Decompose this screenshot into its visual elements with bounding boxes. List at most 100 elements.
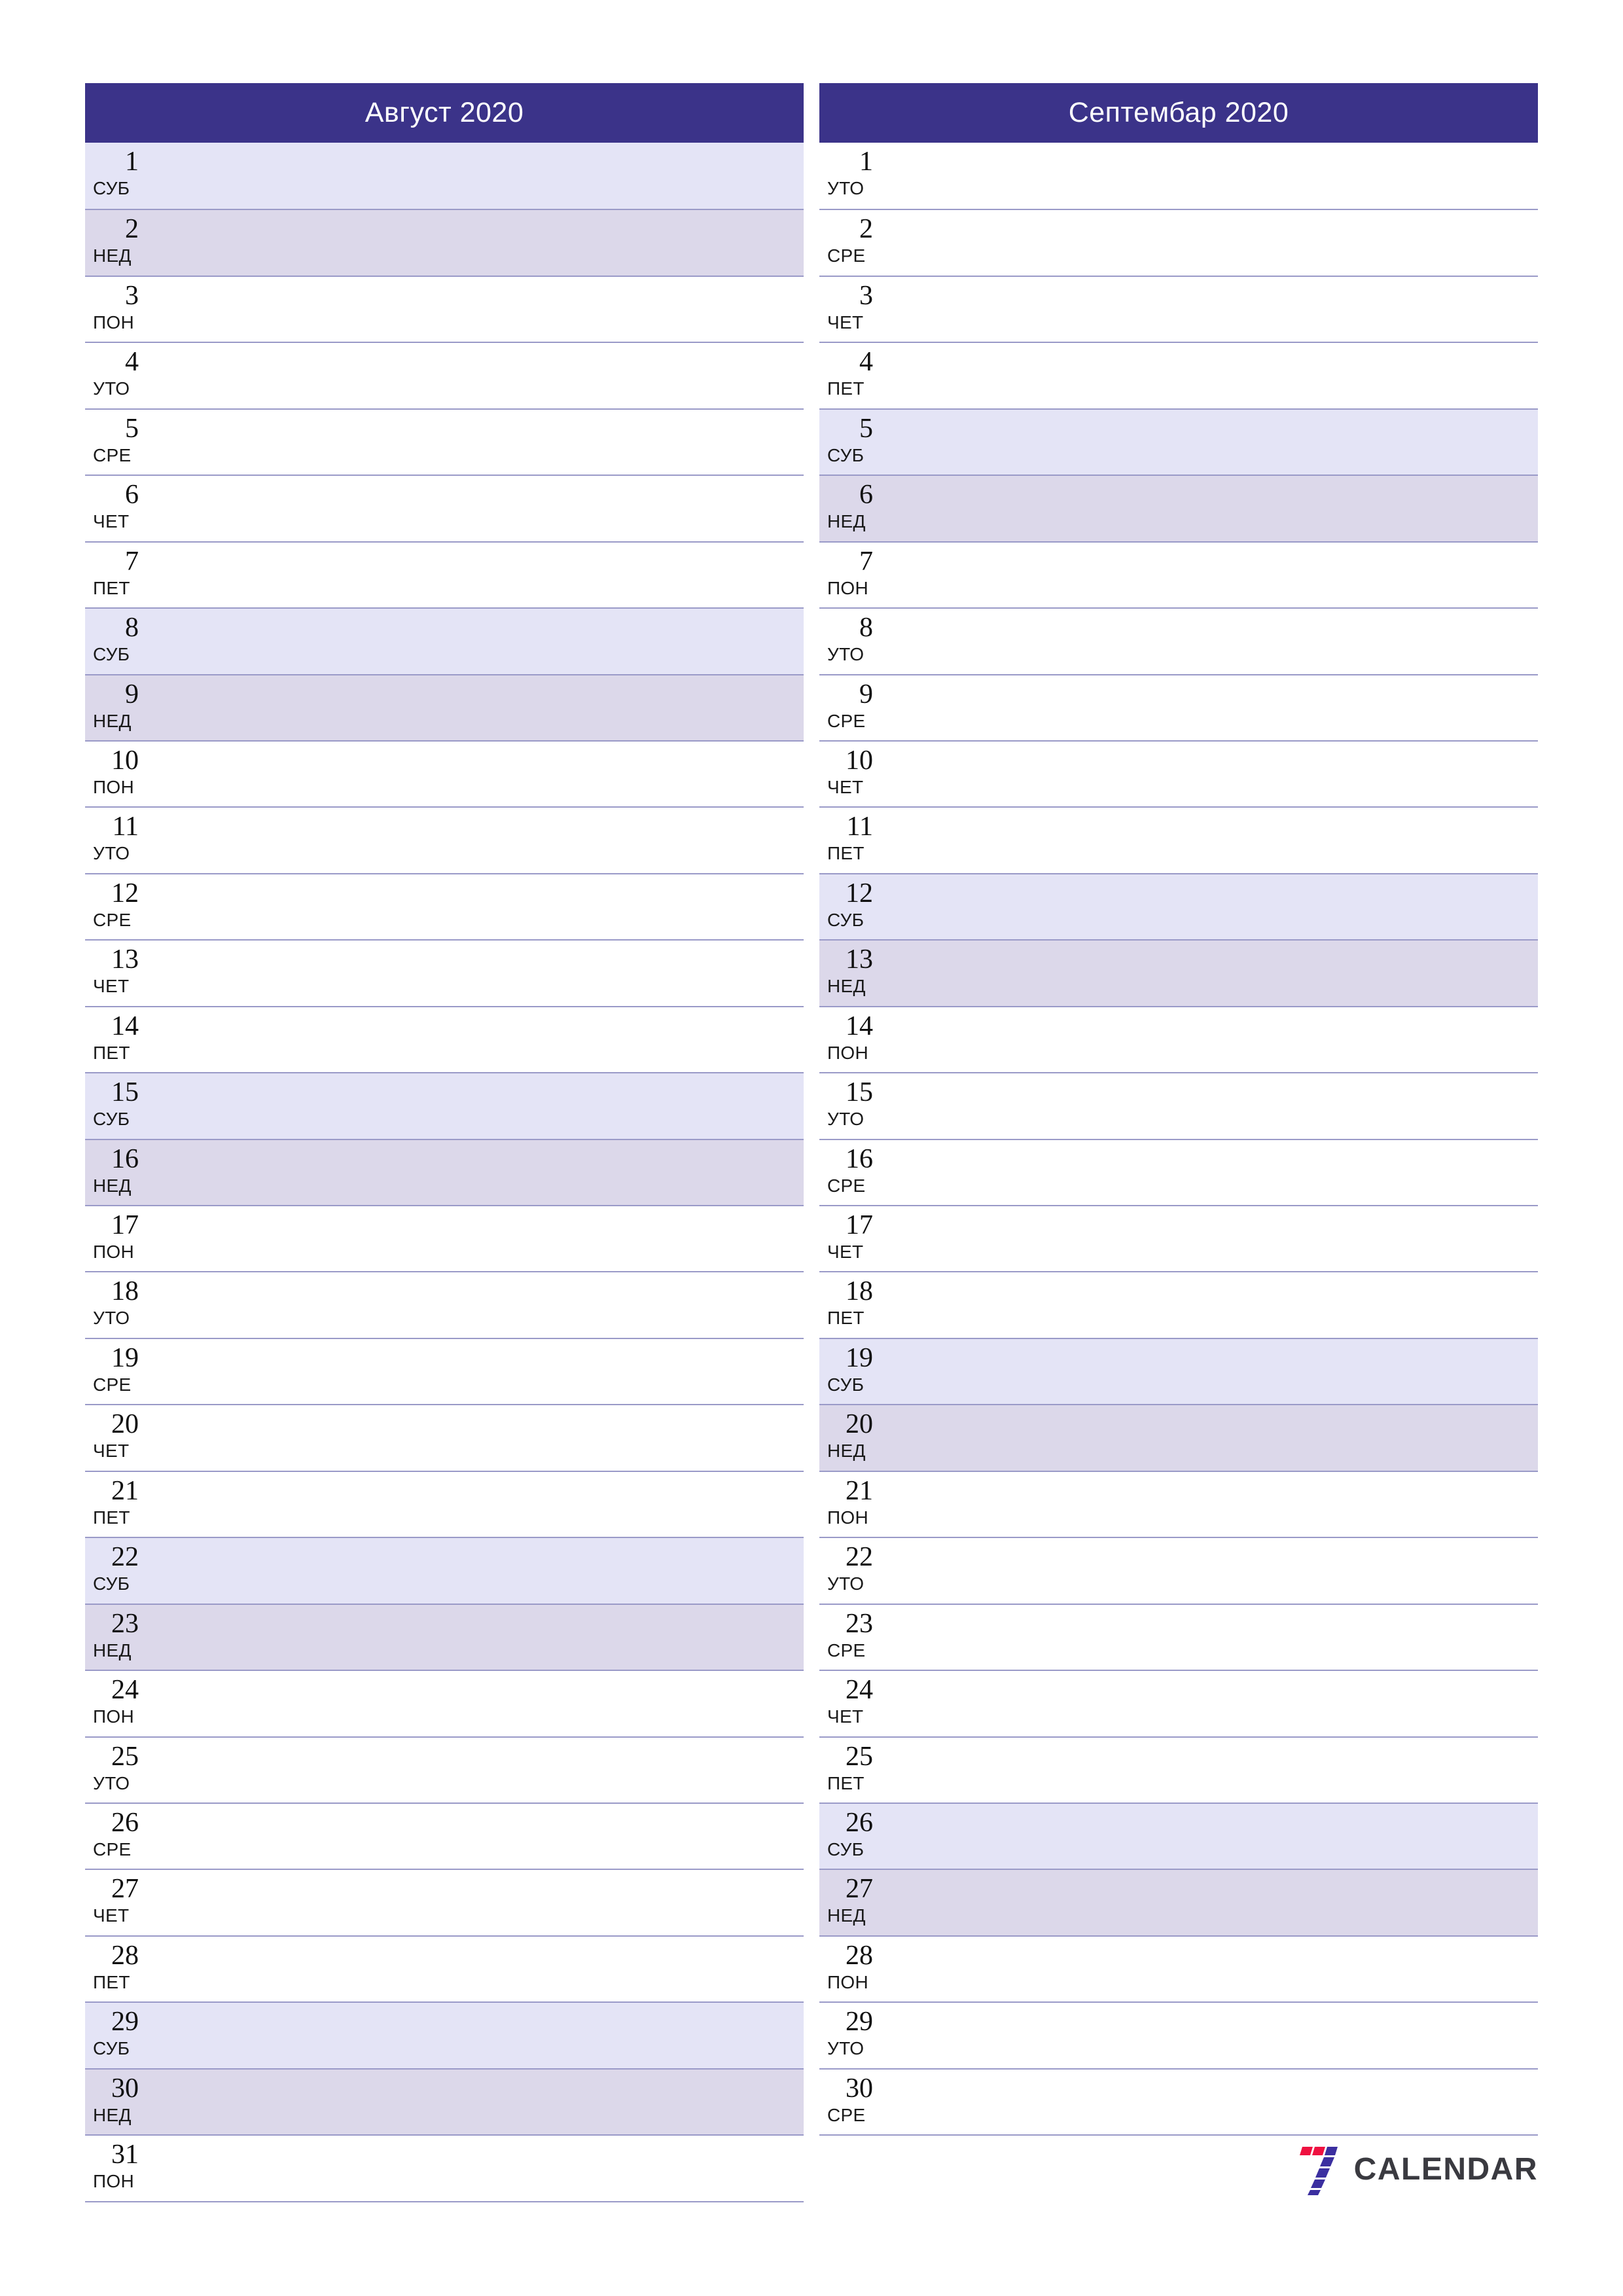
day-number: 26	[846, 1807, 873, 1838]
day-row[interactable]: 2 СРЕ	[819, 209, 1538, 276]
day-number: 22	[846, 1542, 873, 1573]
day-number: 11	[112, 812, 139, 842]
day-row[interactable]: 16 НЕД	[85, 1138, 804, 1205]
day-number: 17	[846, 1210, 873, 1240]
day-row[interactable]: 8 СУБ	[85, 607, 804, 674]
day-weekday-abbr: СУБ	[827, 1374, 865, 1395]
day-row[interactable]: 13 НЕД	[819, 939, 1538, 1006]
day-row[interactable]: 18 УТО	[85, 1271, 804, 1338]
day-row[interactable]: 9 НЕД	[85, 673, 804, 740]
day-row[interactable]: 24 ПОН	[85, 1670, 804, 1736]
day-number: 1	[125, 147, 139, 177]
day-number: 10	[846, 745, 873, 776]
day-row[interactable]: 30 НЕД	[85, 2068, 804, 2135]
day-row[interactable]: 6 ЧЕТ	[85, 475, 804, 541]
day-row[interactable]: 11 УТО	[85, 806, 804, 873]
day-row[interactable]: 31 ПОН	[85, 2134, 804, 2201]
day-row[interactable]: 17 ПОН	[85, 1205, 804, 1272]
day-row[interactable]: 1 СУБ	[85, 143, 804, 209]
day-number: 26	[111, 1807, 139, 1838]
day-row[interactable]: 19 СРЕ	[85, 1337, 804, 1405]
day-row[interactable]: 10 ЧЕТ	[819, 740, 1538, 807]
day-row[interactable]: 7 ПОН	[819, 541, 1538, 608]
day-weekday-abbr: НЕД	[827, 976, 866, 997]
day-row[interactable]: 12 СРЕ	[85, 872, 804, 940]
day-weekday-abbr: СУБ	[827, 1839, 865, 1859]
day-weekday-abbr: УТО	[827, 2038, 865, 2059]
day-row[interactable]: 15 СУБ	[85, 1072, 804, 1139]
day-row[interactable]: 12 СУБ	[819, 872, 1538, 940]
day-weekday-abbr: СУБ	[93, 644, 130, 665]
brand-wordmark: CALENDAR	[1353, 2152, 1538, 2187]
day-weekday-abbr: ПЕТ	[827, 378, 865, 399]
day-row[interactable]: 5 СУБ	[819, 408, 1538, 475]
day-weekday-abbr: ПЕТ	[93, 577, 130, 598]
day-row[interactable]: 13 ЧЕТ	[85, 939, 804, 1006]
day-row[interactable]: 6 НЕД	[819, 475, 1538, 541]
day-number: 7	[125, 546, 139, 577]
day-row[interactable]: 4 УТО	[85, 342, 804, 408]
day-row[interactable]: 18 ПЕТ	[819, 1271, 1538, 1338]
day-row[interactable]: 28 ПОН	[819, 1935, 1538, 2002]
day-row[interactable]: 14 ПЕТ	[85, 1005, 804, 1073]
day-row[interactable]: 23 НЕД	[85, 1603, 804, 1670]
day-row[interactable]: 17 ЧЕТ	[819, 1205, 1538, 1272]
day-number: 23	[846, 1608, 873, 1639]
day-weekday-abbr: УТО	[827, 178, 865, 198]
day-row[interactable]: 16 СРЕ	[819, 1138, 1538, 1205]
day-row[interactable]: 3 ЧЕТ	[819, 275, 1538, 342]
day-row[interactable]: 5 СРЕ	[85, 408, 804, 475]
day-row[interactable]: 1 УТО	[819, 143, 1538, 209]
day-row[interactable]: 27 ЧЕТ	[85, 1869, 804, 1935]
day-row[interactable]: 10 ПОН	[85, 740, 804, 807]
day-row[interactable]: 8 УТО	[819, 607, 1538, 674]
day-row[interactable]: 22 СУБ	[85, 1537, 804, 1604]
day-number: 4	[859, 347, 873, 378]
day-row[interactable]: 24 ЧЕТ	[819, 1670, 1538, 1736]
day-number: 11	[846, 812, 873, 842]
day-weekday-abbr: НЕД	[93, 2104, 132, 2125]
day-row[interactable]: 15 УТО	[819, 1072, 1538, 1139]
day-weekday-abbr: ПЕТ	[93, 1042, 130, 1063]
day-weekday-abbr: ЧЕТ	[827, 776, 864, 797]
day-weekday-abbr: НЕД	[93, 710, 132, 731]
day-weekday-abbr: ПОН	[93, 2171, 135, 2192]
day-row[interactable]: 9 СРЕ	[819, 673, 1538, 740]
day-row[interactable]: 26 СУБ	[819, 1802, 1538, 1869]
day-row[interactable]: 29 УТО	[819, 2001, 1538, 2068]
planner-page: Август 2020 1 СУБ 2 НЕД 3 ПОН 4 УТО 5 СРЕ 6 ЧЕТ 7 ПЕТ…	[0, 0, 1623, 2296]
day-row[interactable]: 21 ПОН	[819, 1470, 1538, 1537]
day-row[interactable]: 26 СРЕ	[85, 1802, 804, 1869]
day-row[interactable]: 3 ПОН	[85, 275, 804, 342]
day-row[interactable]: 19 СУБ	[819, 1337, 1538, 1405]
day-row[interactable]: 2 НЕД	[85, 209, 804, 276]
day-number: 16	[846, 1143, 873, 1174]
day-number: 18	[111, 1276, 139, 1307]
day-row[interactable]: 11 ПЕТ	[819, 806, 1538, 873]
day-row[interactable]: 27 НЕД	[819, 1869, 1538, 1935]
day-row[interactable]: 7 ПЕТ	[85, 541, 804, 608]
day-row[interactable]: 25 УТО	[85, 1736, 804, 1803]
day-row[interactable]: 4 ПЕТ	[819, 342, 1538, 408]
day-number: 9	[125, 679, 139, 709]
day-row[interactable]: 23 СРЕ	[819, 1603, 1538, 1670]
day-number: 15	[111, 1077, 139, 1108]
day-number: 9	[859, 679, 873, 709]
day-weekday-abbr: УТО	[93, 843, 130, 864]
day-number: 17	[111, 1210, 139, 1240]
day-row[interactable]: 28 ПЕТ	[85, 1935, 804, 2002]
day-row[interactable]: 29 СУБ	[85, 2001, 804, 2068]
day-row[interactable]: 14 ПОН	[819, 1005, 1538, 1073]
day-row[interactable]: 20 НЕД	[819, 1404, 1538, 1471]
day-number: 2	[125, 214, 139, 245]
day-row[interactable]: 25 ПЕТ	[819, 1736, 1538, 1803]
day-number: 4	[125, 347, 139, 378]
day-row[interactable]: 30 СРЕ	[819, 2068, 1538, 2135]
day-weekday-abbr: СУБ	[93, 1109, 130, 1130]
day-row[interactable]: 21 ПЕТ	[85, 1470, 804, 1537]
day-weekday-abbr: УТО	[93, 1308, 130, 1329]
day-row[interactable]: 20 ЧЕТ	[85, 1404, 804, 1471]
day-row[interactable]: 22 УТО	[819, 1537, 1538, 1604]
day-number: 12	[846, 878, 873, 908]
day-number: 13	[846, 944, 873, 975]
